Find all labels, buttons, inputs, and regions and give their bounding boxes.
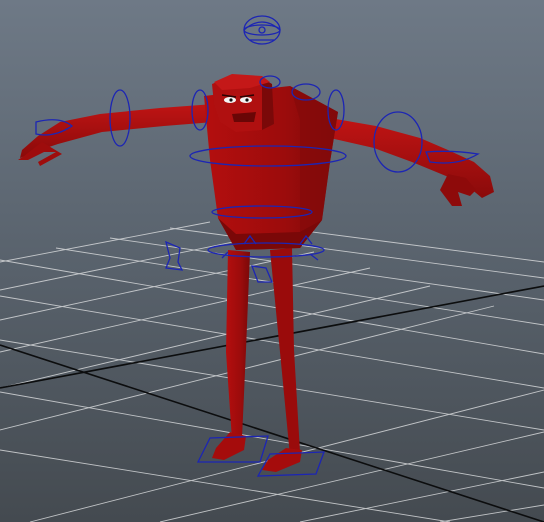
- right-foot: [262, 448, 302, 472]
- 3d-viewport[interactable]: [0, 0, 544, 522]
- left-leg: [226, 250, 250, 440]
- left-foot: [212, 432, 246, 460]
- head-control: [243, 15, 281, 45]
- red-character-model[interactable]: [18, 74, 494, 472]
- right-leg: [270, 248, 300, 456]
- scene-canvas[interactable]: [0, 0, 544, 522]
- world-axes: [0, 285, 544, 522]
- head-side: [262, 78, 274, 130]
